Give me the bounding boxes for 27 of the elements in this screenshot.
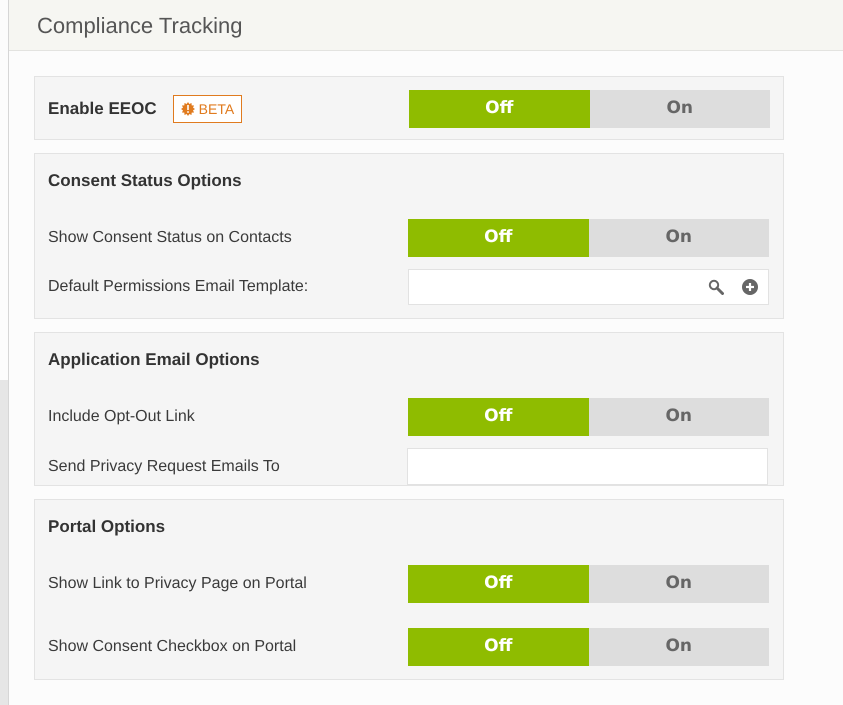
input-field[interactable] [407,448,768,485]
on-option[interactable]: On [588,628,769,666]
off-option[interactable]: Off [408,628,588,666]
section-title: Portal Options [48,516,166,538]
off-option[interactable]: Off [408,219,588,257]
starburst-icon [180,102,195,116]
off-option[interactable]: Off [408,565,588,603]
setting-label: Default Permissions Email Template: [48,277,310,297]
add-icon[interactable] [742,279,758,295]
on-option[interactable]: On [588,398,769,436]
on-option[interactable]: On [588,219,769,257]
off-option[interactable]: Off [408,398,588,436]
setting-label: Show Consent Status on Contacts [48,228,293,248]
setting-label: Show Consent Checkbox on Portal [48,637,298,657]
section-title: Consent Status Options [48,170,243,192]
off-option[interactable]: Off [409,90,590,128]
section-title: Application Email Options [48,349,261,372]
setting-title: Enable EEOC [48,98,157,120]
template-lookup-field[interactable] [408,269,769,305]
on-option[interactable]: On [588,565,769,603]
setting-label: Include Opt-Out Link [48,407,196,427]
search-icon[interactable] [708,279,724,295]
page-title: Compliance Tracking [37,12,242,40]
on-option[interactable]: On [590,90,770,128]
tag-text: BETA [198,100,234,118]
setting-label: Show Link to Privacy Page on Portal [48,574,308,594]
setting-label: Send Privacy Request Emails To [48,456,281,476]
